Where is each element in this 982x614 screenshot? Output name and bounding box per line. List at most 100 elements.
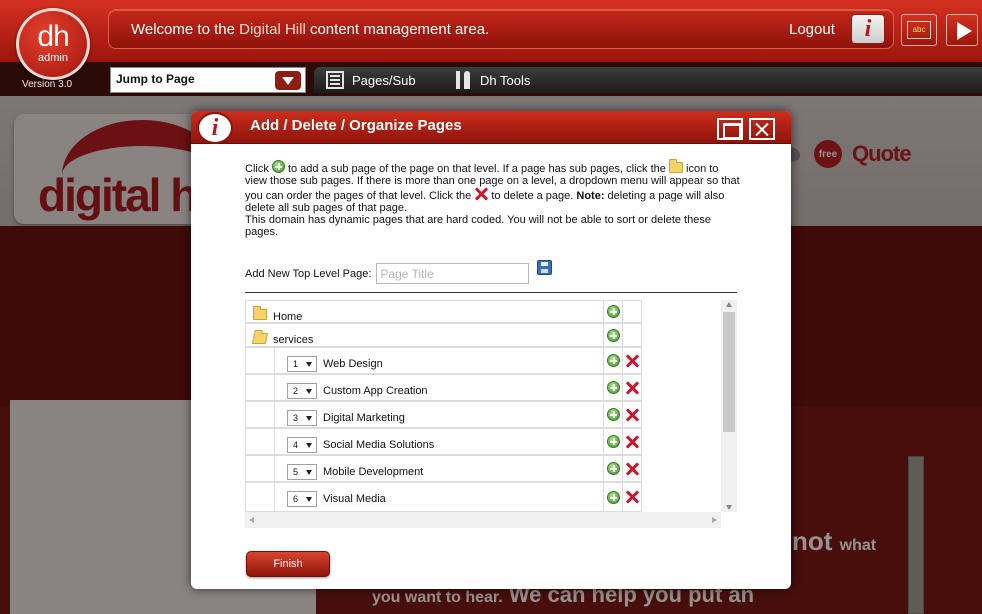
scroll-up-arrow[interactable] <box>726 302 732 307</box>
order-select[interactable]: 4 <box>287 437 317 453</box>
delete-cell <box>622 482 642 512</box>
page-label: Home <box>273 311 303 323</box>
tools-icon <box>454 71 472 89</box>
page-label: Social Media Solutions <box>323 439 435 451</box>
add-icon[interactable] <box>606 328 620 342</box>
page-cell: 2 Custom App Creation <box>274 374 604 401</box>
finish-button[interactable]: Finish <box>246 551 330 577</box>
add-icon[interactable] <box>606 354 620 367</box>
folder-open-icon[interactable] <box>251 333 269 344</box>
welcome-prefix: Welcome to the <box>131 21 240 38</box>
page-cell: 1 Web Design <box>274 347 604 374</box>
spellcheck-icon: abc <box>907 21 931 39</box>
tab-dh-tools[interactable]: Dh Tools <box>454 67 530 93</box>
maximize-button[interactable] <box>717 118 743 140</box>
scroll-down-arrow[interactable] <box>726 505 732 510</box>
delete-cell <box>622 323 642 347</box>
dialog-instructions: Click to add a sub page of the page on t… <box>245 159 741 238</box>
scroll-thumb[interactable] <box>723 312 735 432</box>
instructions-paragraph: Click to add a sub page of the page on t… <box>245 159 741 214</box>
delete-icon <box>474 187 488 201</box>
delete-cell <box>622 347 642 374</box>
delete-cell <box>622 401 642 428</box>
order-value: 5 <box>293 467 299 477</box>
instructions-paragraph: This domain has dynamic pages that are h… <box>245 214 711 238</box>
jump-to-page-label: Jump to Page <box>116 72 195 86</box>
pages-icon <box>326 71 344 89</box>
pages-list: Home services 1 Web Design 2 Custom App … <box>245 300 721 512</box>
order-select[interactable]: 3 <box>287 410 317 426</box>
save-icon[interactable] <box>537 260 553 275</box>
dh-admin-logo[interactable]: dh admin <box>16 8 90 80</box>
help-text: to delete a page. <box>488 190 577 202</box>
table-row: 4 Social Media Solutions <box>245 428 645 455</box>
play-button[interactable] <box>946 14 978 46</box>
chevron-down-icon <box>306 443 312 448</box>
page-cell: 6 Visual Media <box>274 482 604 512</box>
vertical-scrollbar[interactable] <box>721 300 737 512</box>
delete-icon[interactable] <box>625 435 639 449</box>
add-top-level-row: Add New Top Level Page: <box>245 260 553 284</box>
page-label: Mobile Development <box>323 466 424 478</box>
order-value: 6 <box>293 494 299 504</box>
order-value: 1 <box>293 359 299 369</box>
add-cell <box>603 428 623 455</box>
add-cell <box>603 347 623 374</box>
chevron-down-icon <box>306 362 312 367</box>
add-icon[interactable] <box>606 435 620 448</box>
page-title-input[interactable] <box>376 263 530 284</box>
add-icon[interactable] <box>606 408 620 421</box>
add-icon[interactable] <box>606 462 620 475</box>
add-cell <box>603 482 623 512</box>
page-label: Digital Marketing <box>323 412 405 424</box>
pages-list-panel: Home services 1 Web Design 2 Custom App … <box>245 292 737 528</box>
scroll-right-arrow[interactable] <box>712 517 717 523</box>
add-icon[interactable] <box>606 381 620 394</box>
spellcheck-button[interactable]: abc <box>901 14 937 46</box>
tab-pages-sub[interactable]: Pages/Sub <box>326 67 416 93</box>
folder-icon[interactable] <box>253 306 267 320</box>
scroll-left-arrow[interactable] <box>249 517 254 523</box>
add-icon[interactable] <box>606 305 620 318</box>
add-cell <box>603 455 623 482</box>
dialog-info-badge: i <box>197 112 233 144</box>
info-button[interactable]: i <box>851 14 885 44</box>
order-select[interactable]: 2 <box>287 383 317 399</box>
add-top-level-label: Add New Top Level Page: <box>245 267 372 280</box>
table-row: 6 Visual Media <box>245 482 645 512</box>
page-cell: 3 Digital Marketing <box>274 401 604 428</box>
indent-cell <box>245 374 275 401</box>
logout-link[interactable]: Logout <box>789 21 835 38</box>
order-select[interactable]: 5 <box>287 464 317 480</box>
order-select[interactable]: 6 <box>287 491 317 507</box>
add-icon[interactable] <box>606 490 620 504</box>
delete-cell <box>622 374 642 401</box>
add-icon <box>271 160 285 173</box>
order-select[interactable]: 1 <box>287 356 317 372</box>
admin-navbar: Jump to Page Pages/Sub Dh Tools <box>0 62 982 96</box>
logo-sub-text: admin <box>38 52 68 64</box>
delete-cell <box>622 428 642 455</box>
page-cell: services <box>245 323 604 347</box>
chevron-down-icon <box>306 470 312 475</box>
delete-icon[interactable] <box>625 381 639 395</box>
table-row: 3 Digital Marketing <box>245 401 645 428</box>
delete-icon[interactable] <box>625 490 639 504</box>
list-item: services <box>245 323 645 347</box>
page-label: Custom App Creation <box>323 385 428 397</box>
close-button[interactable] <box>749 118 775 140</box>
chevron-down-icon[interactable] <box>275 71 301 90</box>
delete-icon[interactable] <box>625 354 639 368</box>
jump-to-page-select[interactable]: Jump to Page <box>110 67 306 93</box>
dialog-title: Add / Delete / Organize Pages <box>250 117 462 134</box>
info-icon: i <box>864 15 872 42</box>
page-label: Visual Media <box>323 493 386 505</box>
version-label: Version 3.0 <box>22 79 73 90</box>
welcome-suffix: content management area. <box>305 21 490 38</box>
welcome-text: Welcome to the Digital Hill content mana… <box>131 21 489 38</box>
welcome-brand: Digital Hill <box>239 21 306 38</box>
page-cell: 5 Mobile Development <box>274 455 604 482</box>
delete-icon[interactable] <box>625 408 639 422</box>
horizontal-scrollbar[interactable] <box>245 512 721 528</box>
delete-icon[interactable] <box>625 462 639 476</box>
